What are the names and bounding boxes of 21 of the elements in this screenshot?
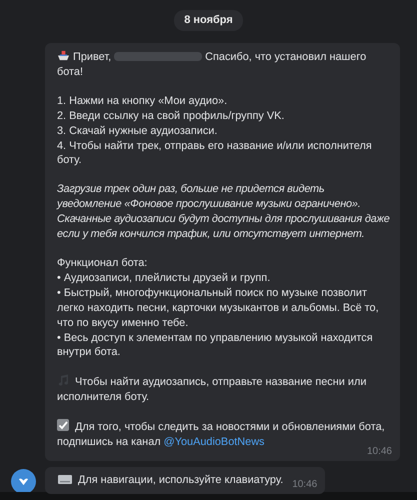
message-text: Для навигации, используйте клавиатуру. <box>58 472 284 488</box>
message-text: Чтобы найти аудиозапись, отправьте название песни или исполнителя боту. <box>57 374 368 406</box>
message-text: 2. Введи ссылку на свой профиль/группу VK. <box>57 108 286 124</box>
message-text: 3. Скачай нужные аудиозаписи. <box>57 124 218 139</box>
message-text: 1. Нажми на кнопку «Мои аудио». <box>57 94 228 109</box>
message-text: Функционал бота: <box>57 256 148 271</box>
message-text: 4. Чтобы найти трек, отправь его название и/или исполнителя боту. <box>57 138 373 168</box>
bot-avatar[interactable] <box>11 468 36 494</box>
channel-link[interactable]: @YouAudioBotNews <box>164 436 265 448</box>
message-text: Загрузив трек один раз, больше не придется видеть уведомление «Фоновое прослушивание музыки ограничено». Скачанные аудиозаписи будут доступны для прослушивания даже если у тебя кончился трафик, или отсутствует интернет. <box>57 182 390 242</box>
message-text: Для того, чтобы следить за новостями и обновлениями бота, подпишись на канал @YouAudioBotNews <box>57 419 385 448</box>
message-time: 10:46 <box>366 446 392 457</box>
message-text: Привет, Спасибо, что установил нашего бота! <box>57 50 368 80</box>
checkmark-icon <box>57 419 69 432</box>
message-text: • Весь доступ к элементам по управлению музыкой находится внутри бота. <box>57 330 374 360</box>
message-text: • Аудиозаписи, плейлисты друзей и групп. <box>57 270 272 286</box>
message-text: • Быстрый, многофункциональный поиск по музыке позволит легко находить песни, карточки музыкантов и альбомы. Всё то, что по вкусу именно тебе. <box>57 286 380 330</box>
ship-icon <box>57 50 70 61</box>
date-pill: 8 ноября <box>174 10 243 31</box>
keyboard-icon <box>58 474 72 484</box>
message-time: 10:46 <box>292 478 318 490</box>
